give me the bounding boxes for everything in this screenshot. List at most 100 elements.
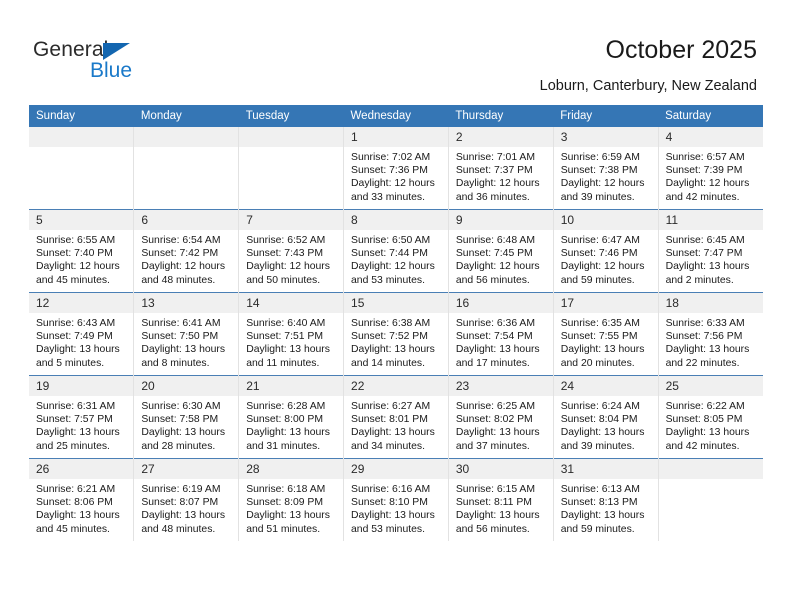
calendar-week-row: 1 Sunrise: 7:02 AM Sunset: 7:36 PM Daylight… [29, 127, 763, 210]
calendar-day-cell[interactable]: 1 Sunrise: 7:02 AM Sunset: 7:36 PM Daylight… [343, 127, 449, 210]
day-number [29, 127, 134, 147]
day-details: Sunrise: 6:50 AM Sunset: 7:44 PM Daylight:… [344, 230, 448, 287]
day-number: 31 [553, 459, 658, 479]
calendar-day-cell[interactable]: 22 Sunrise: 6:27 AM Sunset: 8:01 PM Dayligh… [343, 375, 449, 459]
calendar-day-cell[interactable]: 18 Sunrise: 6:33 AM Sunset: 7:56 PM Dayligh… [657, 292, 763, 376]
day-number: 1 [344, 127, 448, 147]
calendar-day-cell[interactable]: 14 Sunrise: 6:40 AM Sunset: 7:51 PM Dayligh… [238, 292, 344, 376]
day-detail-line: and 59 minutes. [560, 274, 635, 286]
calendar-day-cell[interactable]: 9 Sunrise: 6:48 AM Sunset: 7:45 PM Daylight… [447, 209, 554, 293]
day-detail-line: and 56 minutes. [455, 523, 530, 535]
day-detail-line: Sunset: 8:01 PM [351, 414, 428, 426]
day-number: 27 [134, 459, 239, 479]
calendar-day-cell[interactable]: 17 Sunrise: 6:35 AM Sunset: 7:55 PM Dayligh… [552, 292, 659, 376]
day-number: 28 [239, 459, 344, 479]
day-detail-line: Sunrise: 6:36 AM [455, 318, 536, 329]
day-detail-line: Sunrise: 6:19 AM [141, 484, 221, 495]
day-detail-line: Sunset: 8:04 PM [560, 414, 638, 426]
day-detail-line: and 45 minutes. [36, 274, 110, 286]
day-detail-line: and 8 minutes. [141, 357, 210, 369]
weekday-header-thursday: Thursday [448, 105, 554, 127]
day-details: Sunrise: 6:28 AM Sunset: 8:00 PM Daylight:… [239, 396, 343, 453]
day-detail-line: Daylight: 13 hours [246, 344, 330, 356]
day-number [658, 459, 763, 479]
calendar-day-cell[interactable]: 12 Sunrise: 6:43 AM Sunset: 7:49 PM Dayligh… [29, 292, 134, 376]
day-detail-line: Daylight: 12 hours [141, 261, 226, 273]
calendar-day-cell[interactable]: 20 Sunrise: 6:30 AM Sunset: 7:58 PM Dayligh… [133, 375, 239, 459]
day-number: 30 [448, 459, 553, 479]
calendar-body: 1 Sunrise: 7:02 AM Sunset: 7:36 PM Daylight… [29, 127, 763, 541]
calendar-day-cell[interactable]: 29 Sunrise: 6:16 AM Sunset: 8:10 PM Dayligh… [343, 458, 449, 541]
day-detail-line: Sunrise: 7:01 AM [455, 152, 536, 163]
day-detail-line: Sunset: 7:45 PM [455, 248, 533, 260]
day-detail-line: and 53 minutes. [351, 274, 425, 286]
calendar-day-cell[interactable]: 27 Sunrise: 6:19 AM Sunset: 8:07 PM Dayligh… [133, 458, 239, 541]
day-detail-line: Daylight: 13 hours [665, 261, 750, 273]
day-number: 9 [448, 210, 553, 230]
calendar-day-cell[interactable]: 13 Sunrise: 6:41 AM Sunset: 7:50 PM Dayligh… [133, 292, 239, 376]
calendar-day-cell[interactable]: 21 Sunrise: 6:28 AM Sunset: 8:00 PM Dayligh… [238, 375, 344, 459]
calendar-day-cell[interactable]: 6 Sunrise: 6:54 AM Sunset: 7:42 PM Daylight… [133, 209, 239, 293]
logo-triangle-icon [103, 43, 130, 60]
calendar-day-cell[interactable]: 5 Sunrise: 6:55 AM Sunset: 7:40 PM Daylight… [29, 209, 134, 293]
day-detail-line: Sunrise: 6:27 AM [351, 401, 431, 412]
day-detail-line: Sunset: 7:37 PM [455, 165, 533, 177]
calendar-day-cell[interactable]: 15 Sunrise: 6:38 AM Sunset: 7:52 PM Dayligh… [343, 292, 449, 376]
calendar-day-cell[interactable]: 3 Sunrise: 6:59 AM Sunset: 7:38 PM Daylight… [552, 127, 659, 210]
day-detail-line: Sunrise: 6:24 AM [560, 401, 640, 412]
day-detail-line: Daylight: 13 hours [560, 427, 645, 439]
calendar-week-row: 12 Sunrise: 6:43 AM Sunset: 7:49 PM Dayligh… [29, 292, 763, 376]
day-detail-line: Sunrise: 6:38 AM [351, 318, 431, 329]
day-detail-line: Daylight: 13 hours [36, 510, 120, 522]
calendar-day-cell[interactable]: 25 Sunrise: 6:22 AM Sunset: 8:05 PM Dayligh… [657, 375, 763, 459]
calendar-day-cell[interactable]: 7 Sunrise: 6:52 AM Sunset: 7:43 PM Daylight… [238, 209, 344, 293]
day-detail-line: Daylight: 12 hours [36, 261, 120, 273]
calendar-day-cell[interactable]: 10 Sunrise: 6:47 AM Sunset: 7:46 PM Dayligh… [552, 209, 659, 293]
calendar-day-cell[interactable]: 26 Sunrise: 6:21 AM Sunset: 8:06 PM Dayligh… [29, 458, 134, 541]
calendar-day-cell[interactable]: 28 Sunrise: 6:18 AM Sunset: 8:09 PM Dayligh… [238, 458, 344, 541]
day-detail-line: Daylight: 12 hours [560, 261, 645, 273]
day-number: 13 [134, 293, 239, 313]
day-detail-line: Daylight: 12 hours [665, 178, 750, 190]
day-details: Sunrise: 6:22 AM Sunset: 8:05 PM Daylight:… [659, 396, 763, 453]
calendar-day-cell[interactable]: 23 Sunrise: 6:25 AM Sunset: 8:02 PM Dayligh… [447, 375, 554, 459]
day-details: Sunrise: 6:21 AM Sunset: 8:06 PM Daylight:… [29, 479, 133, 536]
calendar-day-cell[interactable]: 8 Sunrise: 6:50 AM Sunset: 7:44 PM Daylight… [343, 209, 449, 293]
day-number: 25 [658, 376, 763, 396]
day-detail-line: Sunset: 7:58 PM [141, 414, 219, 426]
day-detail-line: and 39 minutes. [560, 440, 635, 452]
weekday-header-monday: Monday [133, 105, 239, 127]
day-detail-line: Daylight: 13 hours [246, 427, 330, 439]
weekday-header-sunday: Sunday [29, 105, 134, 127]
calendar-day-cell[interactable]: 30 Sunrise: 6:15 AM Sunset: 8:11 PM Dayligh… [447, 458, 554, 541]
day-detail-line: and 14 minutes. [351, 357, 425, 369]
calendar-day-cell[interactable]: 31 Sunrise: 6:13 AM Sunset: 8:13 PM Dayligh… [552, 458, 659, 541]
day-detail-line: and 48 minutes. [141, 523, 216, 535]
day-detail-line: and 33 minutes. [351, 191, 425, 203]
general-blue-logo[interactable]: General Blue [33, 38, 233, 86]
day-detail-line: Sunset: 7:38 PM [560, 165, 638, 177]
day-details [659, 479, 763, 483]
calendar-day-cell[interactable]: 2 Sunrise: 7:01 AM Sunset: 7:37 PM Daylight… [447, 127, 554, 210]
day-number [134, 127, 239, 147]
day-detail-line: and 17 minutes. [455, 357, 530, 369]
day-details: Sunrise: 6:25 AM Sunset: 8:02 PM Daylight:… [449, 396, 553, 453]
day-detail-line: Daylight: 13 hours [246, 510, 330, 522]
day-detail-line: Sunrise: 6:41 AM [141, 318, 221, 329]
weekday-header-saturday: Saturday [658, 105, 763, 127]
day-detail-line: Daylight: 13 hours [36, 344, 120, 356]
calendar-day-cell[interactable]: 16 Sunrise: 6:36 AM Sunset: 7:54 PM Dayligh… [447, 292, 554, 376]
day-detail-line: and 48 minutes. [141, 274, 216, 286]
calendar-day-cell[interactable]: 24 Sunrise: 6:24 AM Sunset: 8:04 PM Dayligh… [552, 375, 659, 459]
day-detail-line: Sunset: 7:36 PM [351, 165, 428, 177]
calendar-day-cell[interactable]: 19 Sunrise: 6:31 AM Sunset: 7:57 PM Dayligh… [29, 375, 134, 459]
day-details: Sunrise: 6:33 AM Sunset: 7:56 PM Daylight:… [659, 313, 763, 370]
calendar-day-cell[interactable]: 11 Sunrise: 6:45 AM Sunset: 7:47 PM Dayligh… [657, 209, 763, 293]
day-detail-line: Sunrise: 6:21 AM [36, 484, 116, 495]
day-detail-line: Daylight: 13 hours [455, 427, 540, 439]
calendar-table: Sunday Monday Tuesday Wednesday Thursday Frid… [29, 105, 763, 541]
day-detail-line: and 51 minutes. [246, 523, 321, 535]
day-details: Sunrise: 6:19 AM Sunset: 8:07 PM Daylight:… [134, 479, 238, 536]
day-detail-line: Sunrise: 6:59 AM [560, 152, 640, 163]
calendar-day-cell[interactable]: 4 Sunrise: 6:57 AM Sunset: 7:39 PM Daylight… [657, 127, 763, 210]
